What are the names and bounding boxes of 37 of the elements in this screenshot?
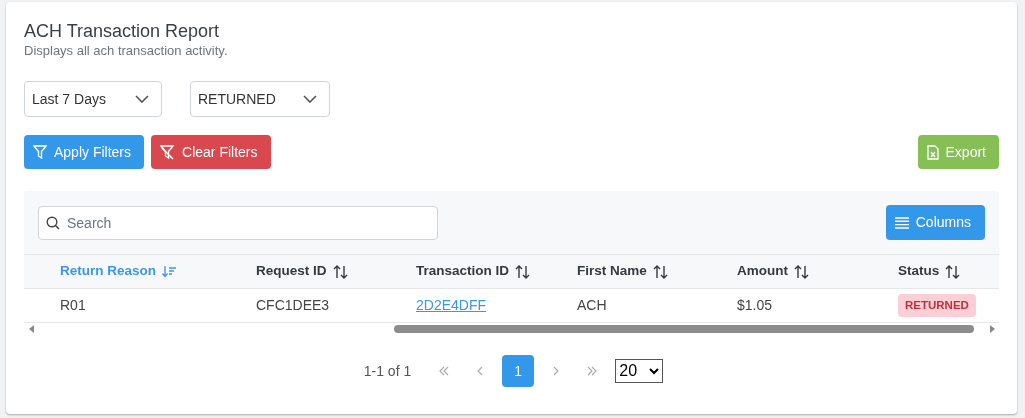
last-page-icon bbox=[586, 366, 599, 376]
column-header[interactable]: Request ID bbox=[256, 261, 416, 282]
column-header[interactable]: Transaction ID bbox=[416, 261, 577, 282]
scroll-left-icon[interactable] bbox=[28, 324, 36, 334]
sort-icon bbox=[945, 264, 961, 279]
page-title: ACH Transaction Report bbox=[24, 20, 221, 43]
list-icon bbox=[894, 216, 909, 229]
dropdown[interactable]: RETURNED bbox=[190, 81, 330, 117]
search-field[interactable]: Search bbox=[38, 205, 438, 240]
sort-icon bbox=[332, 264, 348, 279]
first-page-icon bbox=[438, 366, 451, 376]
sort-icon bbox=[515, 264, 531, 279]
column-header[interactable]: First Name bbox=[577, 261, 737, 282]
table-cell-text: CFC1DEE3 bbox=[256, 296, 331, 315]
table-cell-text: $1.05 bbox=[737, 296, 774, 315]
sort-icon bbox=[652, 264, 668, 279]
filter-icon bbox=[33, 145, 47, 159]
dropdown[interactable]: Last 7 Days bbox=[24, 81, 162, 117]
sort-descending-icon bbox=[162, 265, 177, 278]
filter-slash-icon bbox=[160, 144, 176, 160]
sort-icon bbox=[794, 264, 809, 279]
chevron-down-icon bbox=[303, 95, 317, 103]
column-header[interactable]: Amount bbox=[737, 261, 898, 282]
chevron-down-icon bbox=[649, 367, 660, 375]
scroll-right-icon[interactable] bbox=[988, 324, 996, 334]
table-cell-text: R01 bbox=[60, 296, 87, 315]
page-subtitle: Displays all ach transaction activity. bbox=[24, 43, 229, 59]
status-badge: RETURNED bbox=[898, 293, 976, 318]
table-cell-text: ACH bbox=[577, 296, 608, 315]
chevron-down-icon bbox=[135, 95, 149, 103]
search-icon bbox=[46, 215, 60, 230]
column-header[interactable]: Status bbox=[898, 261, 1025, 282]
scrollbar-thumb[interactable] bbox=[394, 325, 974, 333]
page-summary: 1-1 of 1 bbox=[363, 361, 412, 381]
page-size-select[interactable]: 20 bbox=[615, 359, 664, 383]
excel-file-icon bbox=[926, 144, 939, 160]
clear-filters-button[interactable]: Clear Filters bbox=[151, 135, 271, 169]
